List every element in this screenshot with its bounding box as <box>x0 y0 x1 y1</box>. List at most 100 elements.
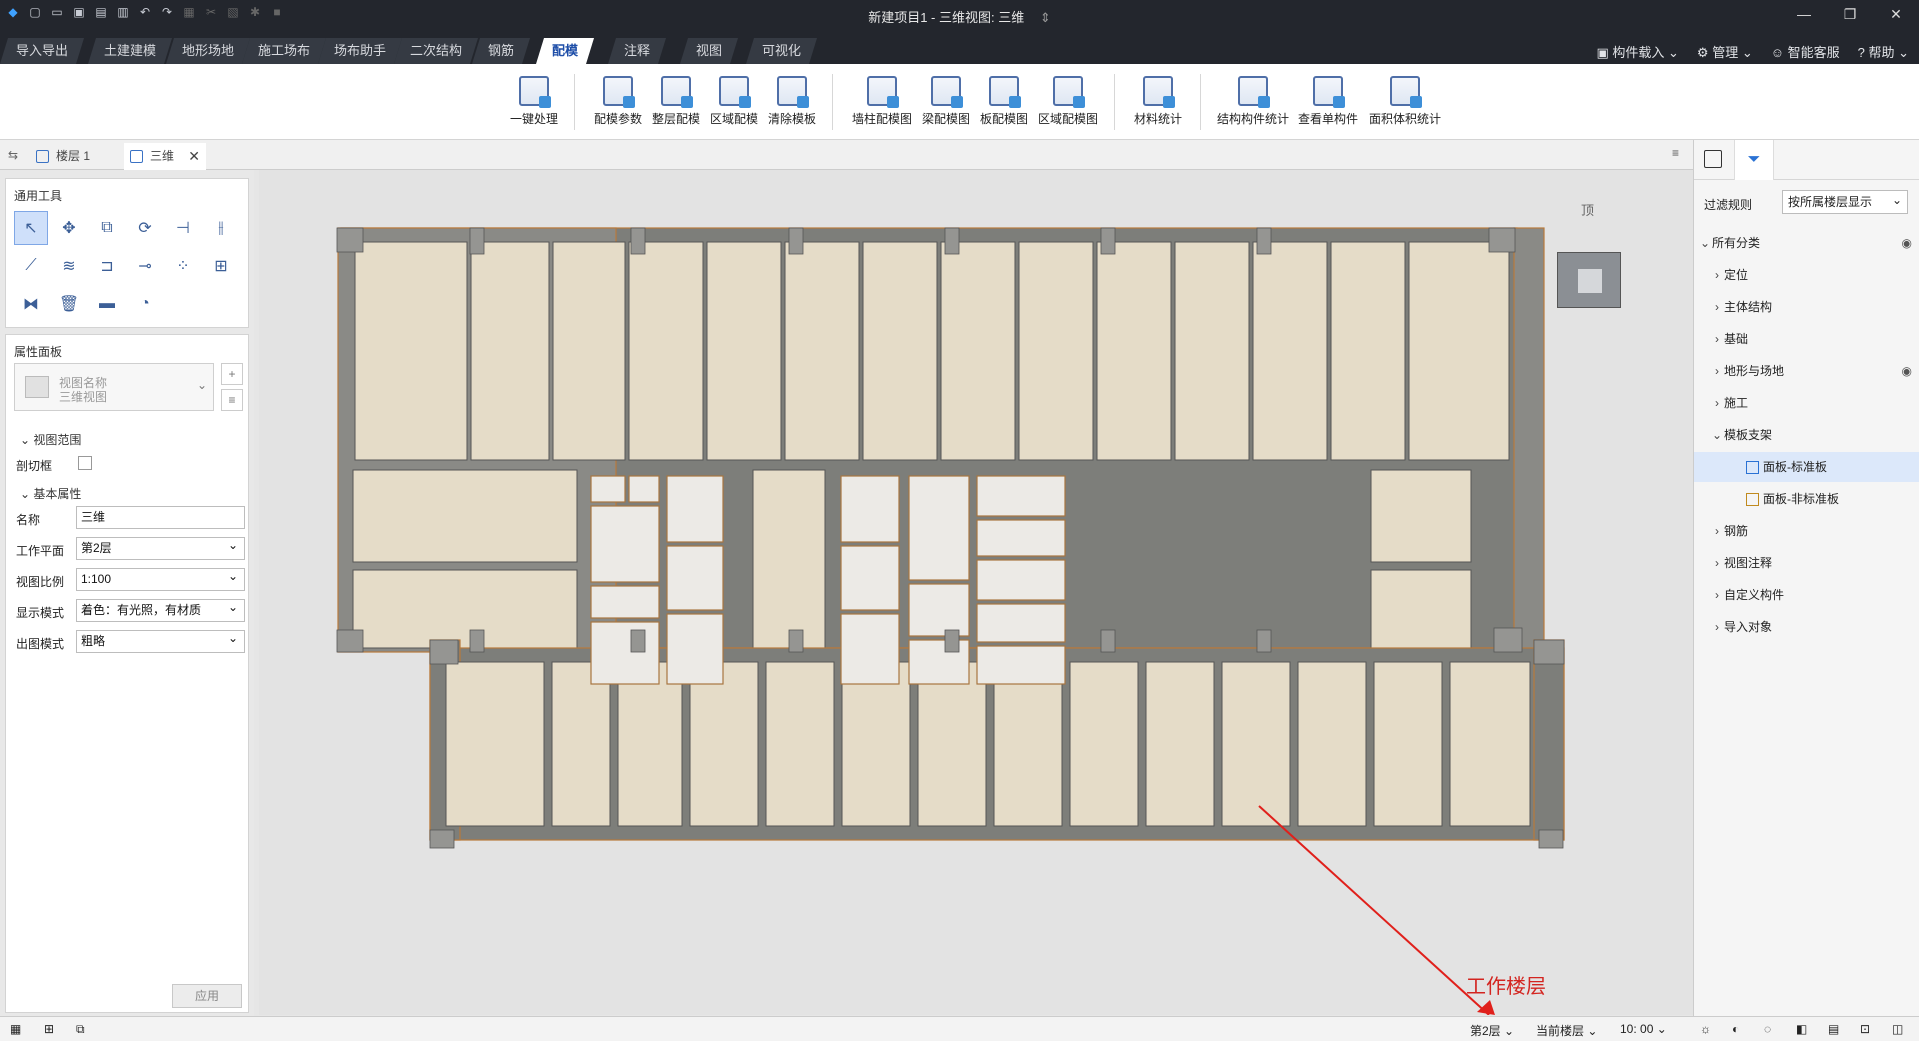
tab-site-layout[interactable]: 施工场布 <box>242 38 326 64</box>
close-icon[interactable]: ✕ <box>1873 0 1919 28</box>
light-icon[interactable]: ◌ <box>1764 1022 1771 1036</box>
tree-positioning[interactable]: › 定位 <box>1694 260 1919 290</box>
cut-box-checkbox[interactable] <box>78 456 92 470</box>
tab-rebar[interactable]: 钢筋 <box>472 38 530 64</box>
prop-work-plane-select[interactable]: 第2层 <box>76 535 245 560</box>
section-basic-props[interactable]: ⌄ 基本属性 <box>20 485 81 502</box>
viewcube[interactable] <box>1557 252 1621 308</box>
tree-imported-objects[interactable]: › 导入对象 <box>1694 612 1919 642</box>
tree-rebar[interactable]: › 钢筋 <box>1694 516 1919 546</box>
time-selector[interactable]: 10: 00 ⌄ <box>1620 1022 1667 1036</box>
section-view-range[interactable]: ⌄ 视图范围 <box>20 431 81 448</box>
layout-cascade-icon[interactable]: ⧉ <box>76 1022 85 1037</box>
beam-drawing-button[interactable]: 梁配模图 <box>920 76 972 134</box>
prop-name-input[interactable]: 三维 <box>76 506 245 529</box>
minimize-icon[interactable]: — <box>1781 0 1827 28</box>
tab-civil-modeling[interactable]: 土建建模 <box>88 38 172 64</box>
scope-selector[interactable]: 当前楼层 ⌄ <box>1536 1022 1597 1039</box>
tab-menu-icon[interactable]: ≡ <box>1672 146 1679 160</box>
support-menu[interactable]: ☺ 智能客服 <box>1771 42 1840 61</box>
clear-formwork-button[interactable]: 清除模板 <box>766 76 818 134</box>
break-tool[interactable]: ⊸ <box>128 249 162 283</box>
tab-view[interactable]: 视图 <box>680 38 738 64</box>
tree-terrain-site[interactable]: › 地形与场地 ◉ <box>1694 356 1919 386</box>
structure-stats-button[interactable]: 结构构件统计 <box>1216 76 1290 134</box>
select-tool[interactable]: ↖ <box>14 211 48 245</box>
tab-terrain[interactable]: 地形场地 <box>166 38 250 64</box>
list-settings-icon[interactable]: ≡ <box>221 389 243 411</box>
move-tool[interactable]: ✥ <box>52 211 86 245</box>
visibility-eye-icon[interactable]: ◉ <box>1902 356 1912 386</box>
align-tool[interactable]: ⊣ <box>166 211 200 245</box>
tab-visualize[interactable]: 可视化 <box>746 38 817 64</box>
tree-formwork-support[interactable]: ⌄ 模板支架 <box>1694 420 1919 450</box>
3d-viewport[interactable]: 顶 工作楼层 <box>259 170 1693 1016</box>
extend-tool[interactable]: ⊐ <box>90 249 124 283</box>
prop-output-mode-select[interactable]: 粗略 <box>76 628 245 653</box>
zoom-fit-icon[interactable]: ⊡ <box>1860 1022 1870 1036</box>
tab-secondary-structure[interactable]: 二次结构 <box>394 38 478 64</box>
component-load-menu[interactable]: ▣ 构件载入 ⌄ <box>1596 42 1678 61</box>
tree-standard-panel[interactable]: 面板-标准板 <box>1694 452 1919 482</box>
tab-formwork[interactable]: 配模 <box>536 38 594 64</box>
rotate-tool[interactable]: ⟳ <box>128 211 162 245</box>
cube-view-icon[interactable]: ◫ <box>1892 1022 1903 1036</box>
filter-icon[interactable]: ⏷ <box>1734 140 1774 180</box>
sun-icon[interactable]: ☼ <box>1700 1022 1711 1036</box>
mirror-tool[interactable]: ⧓ <box>14 287 48 321</box>
layout-grid-icon[interactable]: ▦ <box>10 1022 21 1036</box>
array-tool[interactable]: ⁘ <box>166 249 200 283</box>
prop-scale-select[interactable]: 1:100 <box>76 566 245 591</box>
delete-tool[interactable]: 🗑 <box>52 287 86 321</box>
visibility-eye-icon[interactable]: ◉ <box>1902 228 1912 258</box>
area-volume-stats-button[interactable]: 面积体积统计 <box>1366 76 1444 134</box>
formwork-params-button[interactable]: 配模参数 <box>592 76 644 134</box>
floor-selector[interactable]: 第2层 ⌄ <box>1470 1022 1514 1039</box>
wall-column-drawing-button[interactable]: 墙柱配模图 <box>850 76 914 134</box>
tree-construction[interactable]: › 施工 <box>1694 388 1919 418</box>
angle-tool[interactable]: ◔ <box>128 287 162 321</box>
tree-main-structure-label: 主体结构 <box>1724 300 1773 314</box>
tree-all-categories[interactable]: ⌄ 所有分类 ◉ <box>1694 228 1919 258</box>
layout-tile-icon[interactable]: ⊞ <box>44 1022 54 1036</box>
tab-floor-1[interactable]: 楼层 1 <box>30 143 124 170</box>
trim-tool[interactable]: ⟋ <box>14 249 48 283</box>
restore-icon[interactable]: ❐ <box>1827 0 1873 28</box>
filter-rule-select[interactable]: 按所属楼层显示 ⌄ <box>1782 190 1908 214</box>
tab-import-export[interactable]: 导入导出 <box>0 38 84 64</box>
close-tab-icon[interactable]: ✕ <box>188 143 200 170</box>
cut-icon[interactable]: ◧ <box>1796 1022 1807 1036</box>
table-icon[interactable]: ▤ <box>1828 1022 1839 1036</box>
tree-view-annotation[interactable]: › 视图注释 <box>1694 548 1919 578</box>
add-icon[interactable]: + <box>221 363 243 385</box>
group-tool[interactable]: ⊞ <box>204 249 238 283</box>
one-click-process-button[interactable]: 一键处理 <box>508 76 560 134</box>
material-stats-button[interactable]: 材料统计 <box>1130 76 1186 134</box>
area-formwork-button[interactable]: 区域配模 <box>708 76 760 134</box>
floor-formwork-button[interactable]: 整层配模 <box>650 76 702 134</box>
filter-rule-label: 过滤规则 <box>1704 198 1753 212</box>
prop-display-mode-select[interactable]: 着色：有光照，有材质 <box>76 597 245 622</box>
tab-layout-assistant[interactable]: 场布助手 <box>318 38 402 64</box>
tab-annotation[interactable]: 注释 <box>608 38 666 64</box>
tree-main-structure[interactable]: › 主体结构 <box>1694 292 1919 322</box>
view-type-selector[interactable]: 视图名称 三维视图 ⌄ <box>14 363 214 411</box>
tree-custom-component[interactable]: › 自定义构件 <box>1694 580 1919 610</box>
offset-tool[interactable]: ≋ <box>52 249 86 283</box>
shadow-icon[interactable]: ◐ <box>1732 1022 1739 1036</box>
split-tool[interactable]: ⫲ <box>204 211 238 245</box>
manage-menu[interactable]: ⚙ 管理 ⌄ <box>1697 42 1753 61</box>
tree-nonstandard-panel[interactable]: 面板-非标准板 <box>1694 484 1919 514</box>
view-single-component-button[interactable]: 查看单构件 <box>1296 76 1360 134</box>
title-switch-icon[interactable]: ⇕ <box>1040 10 1051 25</box>
tree-foundation[interactable]: › 基础 <box>1694 324 1919 354</box>
copy-tool[interactable]: ⧉ <box>90 211 124 245</box>
tab-list-icon[interactable]: ⇆ <box>8 148 18 162</box>
measure-tool[interactable]: ▬ <box>90 287 124 321</box>
area-drawing-button[interactable]: 区域配模图 <box>1036 76 1100 134</box>
apply-button[interactable]: 应用 <box>172 984 242 1008</box>
tab-3d[interactable]: 三维 ✕ <box>124 143 206 170</box>
panel-toggle-icon[interactable] <box>1704 150 1722 168</box>
help-menu[interactable]: ? 帮助 ⌄ <box>1858 42 1909 61</box>
slab-drawing-button[interactable]: 板配模图 <box>978 76 1030 134</box>
